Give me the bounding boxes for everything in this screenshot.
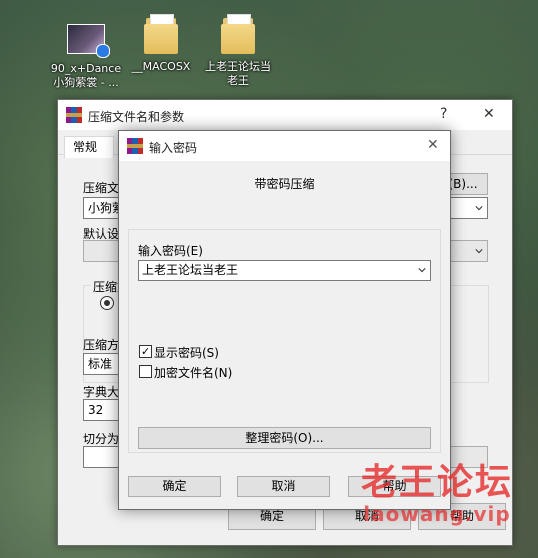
dialog-title: 输入密码 bbox=[149, 141, 198, 155]
show-password-checkbox[interactable]: ✓ bbox=[139, 345, 152, 358]
window-title: 压缩文件名和参数 bbox=[88, 110, 185, 124]
split-field[interactable] bbox=[83, 446, 123, 468]
dialog-heading: 带密码压缩 bbox=[254, 177, 315, 191]
winrar-icon bbox=[66, 107, 82, 123]
folder-icon bbox=[144, 14, 178, 54]
cancel-button[interactable]: 取消 bbox=[237, 476, 330, 497]
desktop-icon-label: __MACOSX bbox=[131, 60, 191, 73]
split-label: 切分为 bbox=[83, 432, 120, 446]
help-title-button[interactable]: ? bbox=[440, 106, 447, 122]
desktop-icon-video[interactable]: 90_x+Dance 小狗萦裳 - ... bbox=[47, 24, 125, 90]
split-right-field[interactable] bbox=[450, 446, 488, 468]
desktop-icon-label: 小狗萦裳 - ... bbox=[53, 76, 119, 89]
format-radio[interactable] bbox=[100, 296, 114, 310]
organize-passwords-button[interactable]: 整理密码(O)... bbox=[138, 427, 431, 449]
chevron-down-icon bbox=[475, 249, 483, 254]
help-button[interactable]: 帮助 bbox=[348, 476, 441, 497]
show-password-label: 显示密码(S) bbox=[154, 346, 219, 360]
password-value: 上老王论坛当老王 bbox=[142, 263, 239, 277]
password-input[interactable]: 上老王论坛当老王 bbox=[138, 260, 431, 281]
enter-password-label: 输入密码(E) bbox=[138, 244, 203, 258]
chevron-down-icon bbox=[475, 206, 483, 211]
desktop-icon-folder[interactable]: 上老王论坛当 老王 bbox=[199, 14, 277, 88]
close-icon[interactable]: ✕ bbox=[483, 106, 495, 122]
share-badge-icon bbox=[96, 44, 110, 58]
method-value: 标准 bbox=[88, 357, 113, 371]
video-thumbnail-icon bbox=[67, 24, 110, 58]
desktop-icon-label: 老王 bbox=[227, 74, 249, 87]
dictionary-label: 字典大 bbox=[83, 385, 120, 399]
password-dialog: 输入密码 ✕ 带密码压缩 输入密码(E) 上老王论坛当老王 ✓ 显示密码(S) … bbox=[118, 130, 451, 510]
encrypt-filenames-checkbox[interactable] bbox=[139, 365, 152, 378]
method-field[interactable]: 标准 bbox=[83, 353, 123, 375]
title-bar: 输入密码 ✕ bbox=[119, 131, 450, 161]
folder-icon bbox=[221, 14, 255, 54]
chevron-down-icon bbox=[418, 268, 426, 273]
title-bar: 压缩文件名和参数 ? ✕ bbox=[58, 100, 512, 130]
method-label: 压缩方 bbox=[83, 338, 120, 352]
desktop-icon-macosx[interactable]: __MACOSX bbox=[122, 14, 200, 74]
winrar-icon bbox=[127, 138, 143, 154]
checkmark-icon: ✓ bbox=[141, 345, 151, 358]
filename-label: 压缩文 bbox=[83, 181, 120, 195]
close-icon[interactable]: ✕ bbox=[427, 137, 439, 153]
dictionary-value: 32 bbox=[88, 403, 104, 417]
desktop-icon-label: 90_x+Dance bbox=[50, 62, 122, 75]
desktop-icon-label: 上老王论坛当 bbox=[205, 60, 271, 73]
dictionary-field[interactable]: 32 bbox=[83, 399, 123, 421]
tab-general[interactable]: 常规 bbox=[64, 136, 114, 158]
ok-button[interactable]: 确定 bbox=[128, 476, 221, 497]
encrypt-filenames-label: 加密文件名(N) bbox=[154, 366, 233, 380]
